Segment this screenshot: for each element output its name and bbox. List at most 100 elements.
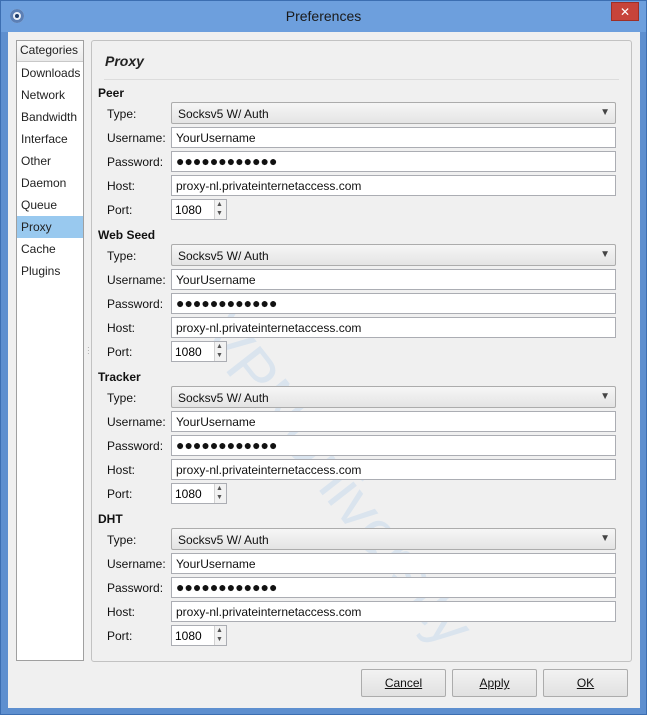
spin-down-icon[interactable]: ▼ [216, 210, 223, 217]
sidebar-item-cache[interactable]: Cache [17, 238, 83, 260]
dht-type-label: Type: [107, 533, 137, 547]
web-seed-password-field[interactable]: ●●●●●●●●●●●● [171, 293, 616, 314]
peer-host-field[interactable]: proxy-nl.privateinternetaccess.com [171, 175, 616, 196]
web-seed-section-title: Web Seed [98, 228, 156, 242]
dht-host-field[interactable]: proxy-nl.privateinternetaccess.com [171, 601, 616, 622]
preferences-window: Preferences ✕ Categories Downloads Netwo… [0, 0, 647, 715]
web-seed-username-field[interactable]: YourUsername [171, 269, 616, 290]
tracker-type-label: Type: [107, 391, 137, 405]
spin-up-icon[interactable]: ▲ [216, 485, 223, 492]
chevron-down-icon: ▼ [600, 249, 610, 260]
dht-section-title: DHT [98, 512, 123, 526]
peer-port-value: 1080 [175, 203, 202, 217]
peer-password-field[interactable]: ●●●●●●●●●●●● [171, 151, 616, 172]
dht-password-label: Password: [107, 581, 164, 595]
dht-password-field[interactable]: ●●●●●●●●●●●● [171, 577, 616, 598]
tracker-username-label: Username: [107, 415, 166, 429]
web-seed-type-value: Socksv5 W/ Auth [178, 249, 269, 263]
categories-list: Categories Downloads Network Bandwidth I… [16, 40, 84, 661]
sidebar-item-plugins[interactable]: Plugins [17, 260, 83, 282]
sidebar-item-daemon[interactable]: Daemon [17, 172, 83, 194]
close-button[interactable]: ✕ [611, 2, 639, 21]
peer-username-label: Username: [107, 131, 166, 145]
peer-username-value: YourUsername [176, 131, 256, 145]
peer-port-spinbox[interactable]: 1080 ▲ ▼ [171, 199, 227, 220]
categories-header[interactable]: Categories [17, 41, 83, 62]
chevron-down-icon: ▼ [600, 533, 610, 544]
sidebar-item-interface[interactable]: Interface [17, 128, 83, 150]
spin-buttons[interactable]: ▲ ▼ [214, 484, 226, 503]
tracker-port-value: 1080 [175, 487, 202, 501]
web-seed-password-value: ●●●●●●●●●●●● [176, 295, 278, 311]
tracker-password-label: Password: [107, 439, 164, 453]
spin-up-icon[interactable]: ▲ [216, 201, 223, 208]
client-area: Categories Downloads Network Bandwidth I… [8, 32, 640, 708]
sidebar-item-proxy[interactable]: Proxy [17, 216, 83, 238]
tracker-type-value: Socksv5 W/ Auth [178, 391, 269, 405]
splitter-handle[interactable]: · · · [87, 344, 90, 358]
peer-section-title: Peer [98, 86, 125, 100]
sidebar-item-network[interactable]: Network [17, 84, 83, 106]
dht-port-label: Port: [107, 629, 133, 643]
web-seed-port-spinbox[interactable]: 1080 ▲ ▼ [171, 341, 227, 362]
tracker-port-spinbox[interactable]: 1080 ▲ ▼ [171, 483, 227, 504]
tracker-password-field[interactable]: ●●●●●●●●●●●● [171, 435, 616, 456]
tracker-password-value: ●●●●●●●●●●●● [176, 437, 278, 453]
cancel-button[interactable]: Cancel [361, 669, 446, 697]
peer-username-field[interactable]: YourUsername [171, 127, 616, 148]
dht-type-select[interactable]: Socksv5 W/ Auth ▼ [171, 528, 616, 550]
peer-port-label: Port: [107, 203, 133, 217]
tracker-host-field[interactable]: proxy-nl.privateinternetaccess.com [171, 459, 616, 480]
spin-down-icon[interactable]: ▼ [216, 636, 223, 643]
web-seed-host-value: proxy-nl.privateinternetaccess.com [176, 321, 362, 335]
apply-button[interactable]: Apply [452, 669, 537, 697]
sidebar-item-queue[interactable]: Queue [17, 194, 83, 216]
tracker-host-value: proxy-nl.privateinternetaccess.com [176, 463, 362, 477]
peer-password-value: ●●●●●●●●●●●● [176, 153, 278, 169]
tracker-port-label: Port: [107, 487, 133, 501]
peer-type-value: Socksv5 W/ Auth [178, 107, 269, 121]
web-seed-host-field[interactable]: proxy-nl.privateinternetaccess.com [171, 317, 616, 338]
peer-type-select[interactable]: Socksv5 W/ Auth ▼ [171, 102, 616, 124]
web-seed-password-label: Password: [107, 297, 164, 311]
dht-port-spinbox[interactable]: 1080 ▲ ▼ [171, 625, 227, 646]
spin-buttons[interactable]: ▲ ▼ [214, 342, 226, 361]
sidebar-item-bandwidth[interactable]: Bandwidth [17, 106, 83, 128]
tracker-section-title: Tracker [98, 370, 141, 384]
spin-down-icon[interactable]: ▼ [216, 494, 223, 501]
tracker-username-field[interactable]: YourUsername [171, 411, 616, 432]
sidebar-item-other[interactable]: Other [17, 150, 83, 172]
proxy-panel: Proxy VPNUniversity Peer Type: Username: Pa… [91, 40, 632, 662]
dht-port-value: 1080 [175, 629, 202, 643]
web-seed-username-label: Username: [107, 273, 166, 287]
spin-buttons[interactable]: ▲ ▼ [214, 200, 226, 219]
panel-title: Proxy [105, 53, 144, 69]
spin-down-icon[interactable]: ▼ [216, 352, 223, 359]
dht-host-value: proxy-nl.privateinternetaccess.com [176, 605, 362, 619]
tracker-host-label: Host: [107, 463, 136, 477]
peer-host-value: proxy-nl.privateinternetaccess.com [176, 179, 362, 193]
spin-buttons[interactable]: ▲ ▼ [214, 626, 226, 645]
spin-up-icon[interactable]: ▲ [216, 627, 223, 634]
spin-up-icon[interactable]: ▲ [216, 343, 223, 350]
dht-username-value: YourUsername [176, 557, 256, 571]
peer-type-label: Type: [107, 107, 137, 121]
peer-host-label: Host: [107, 179, 136, 193]
title-bar[interactable]: Preferences ✕ [1, 1, 646, 32]
dht-password-value: ●●●●●●●●●●●● [176, 579, 278, 595]
dht-username-field[interactable]: YourUsername [171, 553, 616, 574]
ok-button[interactable]: OK [543, 669, 628, 697]
peer-password-label: Password: [107, 155, 164, 169]
sidebar-item-downloads[interactable]: Downloads [17, 62, 83, 84]
title-divider [104, 79, 619, 80]
chevron-down-icon: ▼ [600, 391, 610, 402]
dht-type-value: Socksv5 W/ Auth [178, 533, 269, 547]
web-seed-type-label: Type: [107, 249, 137, 263]
dht-username-label: Username: [107, 557, 166, 571]
chevron-down-icon: ▼ [600, 107, 610, 118]
web-seed-type-select[interactable]: Socksv5 W/ Auth ▼ [171, 244, 616, 266]
dht-host-label: Host: [107, 605, 136, 619]
web-seed-port-label: Port: [107, 345, 133, 359]
window-title: Preferences [285, 8, 362, 24]
tracker-type-select[interactable]: Socksv5 W/ Auth ▼ [171, 386, 616, 408]
